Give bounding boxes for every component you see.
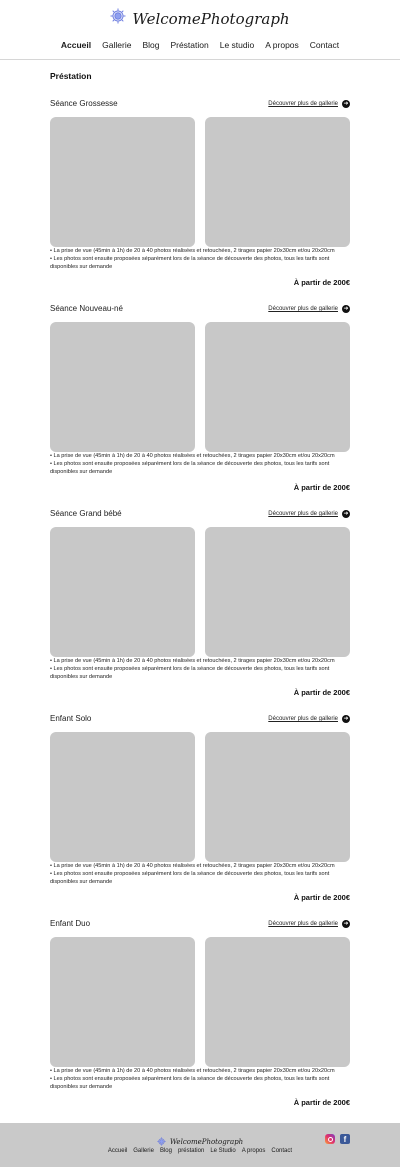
brand-name: WelcomePhotograph: [132, 9, 290, 28]
sun-logo-icon: [110, 8, 126, 29]
price: À partir de 200€: [293, 483, 350, 492]
service-description: • La prise de vue (45min à 1h) de 20 à 4…: [50, 863, 350, 886]
price: À partir de 200€: [293, 278, 350, 287]
brand[interactable]: WelcomePhotograph: [0, 8, 400, 29]
photo-placeholder: [50, 117, 195, 247]
nav-item-accueil[interactable]: Accueil: [61, 40, 91, 50]
gallery-link-label: Découvrer plus de gallerie: [268, 306, 338, 312]
footer-brand-name: WelcomePhotograph: [169, 1138, 244, 1146]
description-line: • Les photos sont ensuite proposées sépa…: [50, 665, 330, 680]
service-description: • La prise de vue (45min à 1h) de 20 à 4…: [50, 658, 350, 681]
arrow-right-icon: ➜: [342, 920, 350, 928]
footer-nav: Accueil Gallerie Blog préstation Le Stud…: [0, 1148, 400, 1154]
photo-placeholder: [205, 322, 350, 452]
gallery-link[interactable]: Découvrer plus de gallerie ➜: [268, 715, 350, 723]
description-line: • La prise de vue (45min à 1h) de 20 à 4…: [50, 863, 335, 869]
service-section-enfant-solo: Enfant Solo Découvrer plus de gallerie ➜…: [50, 714, 350, 902]
photo-placeholder: [205, 937, 350, 1067]
section-title: Séance Grand bébé: [50, 509, 122, 518]
price: À partir de 200€: [293, 893, 350, 902]
gallery-link[interactable]: Découvrer plus de gallerie ➜: [268, 305, 350, 313]
description-line: • La prise de vue (45min à 1h) de 20 à 4…: [50, 658, 335, 664]
photo-placeholder: [205, 732, 350, 862]
description-line: • La prise de vue (45min à 1h) de 20 à 4…: [50, 248, 335, 254]
nav-item-prestation[interactable]: Préstation: [170, 40, 208, 50]
photo-placeholder: [50, 322, 195, 452]
description-line: • La prise de vue (45min à 1h) de 20 à 4…: [50, 1068, 335, 1074]
gallery-link[interactable]: Découvrer plus de gallerie ➜: [268, 100, 350, 108]
price: À partir de 200€: [293, 1098, 350, 1107]
service-section-nouveau-ne: Séance Nouveau-né Découvrer plus de gall…: [50, 304, 350, 492]
main-nav: Accueil Gallerie Blog Préstation Le stud…: [0, 40, 400, 50]
description-line: • Les photos sont ensuite proposées sépa…: [50, 460, 330, 475]
gallery-link[interactable]: Découvrer plus de gallerie ➜: [268, 510, 350, 518]
service-description: • La prise de vue (45min à 1h) de 20 à 4…: [50, 248, 350, 271]
section-title: Séance Grossesse: [50, 99, 118, 108]
description-line: • Les photos sont ensuite proposées sépa…: [50, 1075, 330, 1090]
nav-item-blog[interactable]: Blog: [142, 40, 159, 50]
footer-nav-gallerie[interactable]: Gallerie: [133, 1148, 154, 1154]
site-footer: WelcomePhotograph Accueil Gallerie Blog …: [0, 1123, 400, 1167]
footer-nav-accueil[interactable]: Accueil: [108, 1148, 127, 1154]
service-section-grossesse: Séance Grossesse Découvrer plus de galle…: [50, 99, 350, 287]
nav-item-a-propos[interactable]: A propos: [265, 40, 299, 50]
gallery-link-label: Découvrer plus de gallerie: [268, 716, 338, 722]
facebook-icon[interactable]: f: [340, 1134, 350, 1144]
gallery-link-label: Découvrer plus de gallerie: [268, 101, 338, 107]
service-description: • La prise de vue (45min à 1h) de 20 à 4…: [50, 453, 350, 476]
photo-placeholder: [50, 937, 195, 1067]
photo-placeholder: [50, 732, 195, 862]
service-section-enfant-duo: Enfant Duo Découvrer plus de gallerie ➜ …: [50, 919, 350, 1107]
description-line: • La prise de vue (45min à 1h) de 20 à 4…: [50, 453, 335, 459]
nav-item-le-studio[interactable]: Le studio: [220, 40, 255, 50]
price: À partir de 200€: [293, 688, 350, 697]
site-header: WelcomePhotograph Accueil Gallerie Blog …: [0, 0, 400, 60]
arrow-right-icon: ➜: [342, 100, 350, 108]
instagram-icon[interactable]: [325, 1134, 335, 1144]
gallery-link-label: Découvrer plus de gallerie: [268, 921, 338, 927]
arrow-right-icon: ➜: [342, 510, 350, 518]
description-line: • Les photos sont ensuite proposées sépa…: [50, 870, 330, 885]
footer-nav-contact[interactable]: Contact: [271, 1148, 292, 1154]
gallery-link[interactable]: Découvrer plus de gallerie ➜: [268, 920, 350, 928]
service-description: • La prise de vue (45min à 1h) de 20 à 4…: [50, 1068, 350, 1091]
footer-nav-a-propos[interactable]: A propos: [242, 1148, 266, 1154]
arrow-right-icon: ➜: [342, 305, 350, 313]
section-title: Enfant Duo: [50, 919, 91, 928]
footer-nav-le-studio[interactable]: Le Studio: [210, 1148, 235, 1154]
section-title: Séance Nouveau-né: [50, 304, 123, 313]
photo-placeholder: [205, 527, 350, 657]
photo-placeholder: [205, 117, 350, 247]
gallery-link-label: Découvrer plus de gallerie: [268, 511, 338, 517]
description-line: • Les photos sont ensuite proposées sépa…: [50, 255, 330, 270]
nav-item-contact[interactable]: Contact: [310, 40, 339, 50]
section-title: Enfant Solo: [50, 714, 92, 723]
arrow-right-icon: ➜: [342, 715, 350, 723]
footer-nav-blog[interactable]: Blog: [160, 1148, 172, 1154]
footer-nav-prestation[interactable]: préstation: [178, 1148, 204, 1154]
nav-item-gallerie[interactable]: Gallerie: [102, 40, 131, 50]
service-section-grand-bebe: Séance Grand bébé Découvrer plus de gall…: [50, 509, 350, 697]
photo-placeholder: [50, 527, 195, 657]
social-links: f: [325, 1134, 350, 1144]
page-title: Préstation: [50, 71, 92, 81]
